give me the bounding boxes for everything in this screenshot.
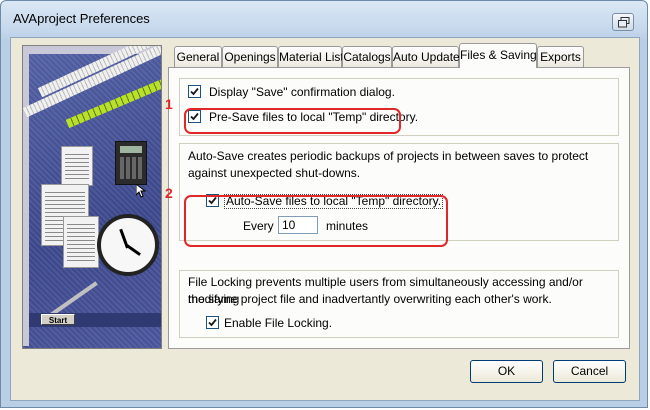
checkmark-icon xyxy=(190,87,199,96)
preferences-illustration: Start xyxy=(22,45,162,349)
tab-exports[interactable]: Exports xyxy=(537,46,584,67)
file-locking-group: File Locking prevents multiple users fro… xyxy=(179,270,619,338)
clock-icon xyxy=(97,214,159,276)
autosave-description-line2: against unexpected shut-downs. xyxy=(188,166,361,180)
autosave-description-line1: Auto-Save creates periodic backups of pr… xyxy=(188,149,589,163)
display-save-option[interactable]: Display "Save" confirmation dialog. xyxy=(188,84,438,100)
annotation-box-1 xyxy=(184,108,401,134)
calculator-keys xyxy=(120,157,142,179)
annotation-marker-1: 1 xyxy=(165,96,173,112)
restore-icon xyxy=(618,17,630,28)
dialog-client-area: Start General Openings Material List Cat… xyxy=(10,37,640,401)
locking-description-line2: the same project file and inadvertantly … xyxy=(188,292,552,306)
document-image xyxy=(63,216,99,268)
display-save-checkbox[interactable] xyxy=(188,85,201,98)
checkmark-icon xyxy=(208,318,217,327)
tab-openings[interactable]: Openings xyxy=(222,46,278,67)
ok-button[interactable]: OK xyxy=(470,360,543,383)
window-close-button[interactable] xyxy=(612,13,634,31)
file-locking-option[interactable]: Enable File Locking. xyxy=(206,315,406,331)
tab-material-list[interactable]: Material List xyxy=(278,46,344,67)
cancel-button[interactable]: Cancel xyxy=(553,360,626,383)
window-title: AVAproject Preferences xyxy=(13,11,150,26)
file-locking-checkbox[interactable] xyxy=(206,316,219,329)
ruler-image xyxy=(23,46,161,118)
tab-files-saving[interactable]: Files & Saving xyxy=(459,43,537,68)
clock-hand xyxy=(126,244,141,256)
frame-edge xyxy=(23,46,29,346)
tab-auto-update[interactable]: Auto Update xyxy=(392,46,460,67)
file-locking-label: Enable File Locking. xyxy=(224,316,333,330)
tab-catalogs[interactable]: Catalogs xyxy=(342,46,392,67)
document-image xyxy=(61,146,93,186)
annotation-marker-2: 2 xyxy=(165,185,173,201)
calculator-image xyxy=(115,141,147,185)
tab-general[interactable]: General xyxy=(174,46,222,67)
start-button-image: Start xyxy=(41,314,75,325)
calculator-screen xyxy=(120,146,142,153)
preferences-window: AVAproject Preferences Start General Ope… xyxy=(0,0,648,408)
display-save-label: Display "Save" confirmation dialog. xyxy=(209,85,395,99)
mouse-cursor-icon xyxy=(136,184,146,198)
annotation-box-2 xyxy=(184,195,448,247)
